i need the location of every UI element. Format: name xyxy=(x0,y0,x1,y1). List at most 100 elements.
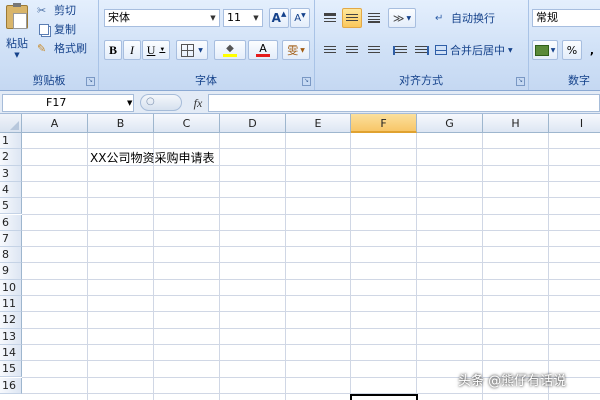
chevron-down-icon: ▼ xyxy=(198,46,203,54)
row-gridline xyxy=(22,246,600,248)
chevron-down-icon[interactable]: ▼ xyxy=(127,95,132,111)
column-header-g[interactable]: G xyxy=(417,114,483,133)
alignment-group-label: 对齐方式 xyxy=(399,74,443,87)
underline-icon: U xyxy=(146,42,156,57)
row-gridline xyxy=(22,197,600,199)
row-header-4[interactable]: 4 xyxy=(0,181,22,199)
paste-button[interactable]: 粘贴 ▼ xyxy=(2,2,32,62)
row-gridline xyxy=(22,343,600,345)
active-cell-f17[interactable] xyxy=(350,394,418,400)
orientation-icon: ≫ xyxy=(392,11,405,25)
dialog-launcher-icon[interactable]: ↘ xyxy=(86,77,95,86)
phonetic-button[interactable]: 雯 ▼ xyxy=(282,40,310,60)
name-box-value: F17 xyxy=(46,96,67,109)
wrap-text-button[interactable]: ↵ 自动换行 xyxy=(434,8,504,28)
decrease-indent-button[interactable] xyxy=(390,40,410,60)
italic-button[interactable]: I xyxy=(123,40,141,60)
row-gridline xyxy=(22,262,600,264)
row-header-13[interactable]: 13 xyxy=(0,328,22,345)
number-format-combo[interactable]: 常规 xyxy=(532,9,600,27)
row-header-15[interactable]: 15 xyxy=(0,361,22,378)
copy-button[interactable]: 复制 xyxy=(36,20,92,38)
formula-input[interactable] xyxy=(208,94,600,112)
font-size-combo[interactable]: 11 ▼ xyxy=(223,9,263,27)
copy-icon xyxy=(37,23,51,35)
row-header-3[interactable]: 3 xyxy=(0,165,22,182)
comma-style-button[interactable]: , xyxy=(584,40,600,60)
row-header-8[interactable]: 8 xyxy=(0,247,22,264)
row-gridline xyxy=(22,278,600,280)
row-header-11[interactable]: 11 xyxy=(0,296,22,313)
align-center-button[interactable] xyxy=(342,40,362,60)
phonetic-icon: 雯 xyxy=(287,44,299,57)
chevron-down-icon: ▼ xyxy=(253,14,259,22)
wrap-text-label: 自动换行 xyxy=(451,12,495,25)
select-all-corner[interactable] xyxy=(0,114,22,133)
percent-button[interactable]: % xyxy=(562,40,582,60)
worksheet-grid[interactable]: ABCDEFGHI 1 2 3 4 5 6 7 8 9 10 11 12 13 14 15 16 XX公司物资… xyxy=(0,114,600,400)
ribbon: 粘贴 ▼ ✂ 剪切 复制 ✎ 格式刷 剪贴板 ↘ 宋体 ▼ 11 ▼ A ▲ A ▼… xyxy=(0,0,600,91)
cut-button[interactable]: ✂ 剪切 xyxy=(36,1,92,19)
fill-color-button[interactable]: ◆ xyxy=(214,40,246,60)
row-header-7[interactable]: 7 xyxy=(0,230,22,248)
increase-indent-button[interactable] xyxy=(412,40,432,60)
align-middle-button[interactable] xyxy=(342,8,362,28)
row-header-2[interactable]: 2 xyxy=(0,149,22,166)
search-icon: ○ xyxy=(146,96,155,107)
borders-icon xyxy=(181,43,195,57)
column-header-h[interactable]: H xyxy=(483,114,549,133)
name-box[interactable]: F17 ▼ xyxy=(2,94,134,112)
merge-center-button[interactable]: 合并后居中 ▼ xyxy=(434,40,524,60)
formula-bar-splitter[interactable]: ○ xyxy=(140,94,182,111)
format-painter-button[interactable]: ✎ 格式刷 xyxy=(36,39,94,57)
align-bottom-button[interactable] xyxy=(364,8,384,28)
number-group: 常规 ▼ % , 数字 xyxy=(528,0,600,90)
orientation-button[interactable]: ≫ ▼ xyxy=(388,8,416,28)
column-header-f[interactable]: F xyxy=(351,114,417,133)
row-header-1[interactable]: 1 xyxy=(0,133,22,150)
row-header-12[interactable]: 12 xyxy=(0,312,22,329)
chevron-down-icon: ▼ xyxy=(210,14,216,22)
cell-b2-title[interactable]: XX公司物资采购申请表 xyxy=(90,149,214,166)
align-left-button[interactable] xyxy=(320,40,340,60)
column-header-i[interactable]: I xyxy=(549,114,600,133)
align-right-button[interactable] xyxy=(364,40,384,60)
watermark-text: 头条 @熊仔有话说 xyxy=(458,374,567,389)
chevron-down-icon: ▼ xyxy=(14,51,20,59)
dialog-launcher-icon[interactable]: ↘ xyxy=(516,77,525,86)
row-gridline xyxy=(22,311,600,313)
clipboard-group-label: 剪贴板 xyxy=(32,74,66,87)
column-header-c[interactable]: C xyxy=(154,114,220,133)
clipboard-group: 粘贴 ▼ ✂ 剪切 复制 ✎ 格式刷 剪贴板 ↘ xyxy=(0,0,99,90)
chevron-down-icon: ▼ xyxy=(508,46,513,54)
alignment-group: ≫ ▼ ↵ 自动换行 合并后居中 ▼ 对齐方式 ↘ xyxy=(314,0,529,90)
column-header-b[interactable]: B xyxy=(88,114,154,133)
insert-function-button[interactable]: fx xyxy=(188,94,208,112)
align-top-icon xyxy=(324,13,336,23)
copy-label: 复制 xyxy=(54,23,76,36)
underline-button[interactable]: U ▼ xyxy=(142,40,170,60)
row-header-10[interactable]: 10 xyxy=(0,279,22,296)
font-size-value: 11 xyxy=(227,11,241,24)
align-top-button[interactable] xyxy=(320,8,340,28)
function-icon: fx xyxy=(193,96,203,110)
shrink-font-button[interactable]: A ▼ xyxy=(290,8,310,28)
row-header-6[interactable]: 6 xyxy=(0,214,22,231)
column-header-a[interactable]: A xyxy=(22,114,88,133)
font-name-combo[interactable]: 宋体 ▼ xyxy=(104,9,220,27)
row-gridline xyxy=(22,295,600,296)
row-header-5[interactable]: 5 xyxy=(0,198,22,215)
accounting-format-button[interactable]: ▼ xyxy=(532,40,558,60)
font-color-button[interactable]: A xyxy=(248,40,278,60)
row-header-16[interactable]: 16 xyxy=(0,377,22,394)
column-header-d[interactable]: D xyxy=(220,114,286,133)
column-header-e[interactable]: E xyxy=(286,114,351,133)
row-header-9[interactable]: 9 xyxy=(0,263,22,280)
grow-font-button[interactable]: A ▲ xyxy=(269,8,289,28)
font-name-value: 宋体 xyxy=(108,11,130,24)
borders-button[interactable]: ▼ xyxy=(176,40,208,60)
row-header-14[interactable]: 14 xyxy=(0,344,22,362)
italic-icon: I xyxy=(130,42,134,57)
dialog-launcher-icon[interactable]: ↘ xyxy=(302,77,311,86)
bold-button[interactable]: B xyxy=(104,40,122,60)
